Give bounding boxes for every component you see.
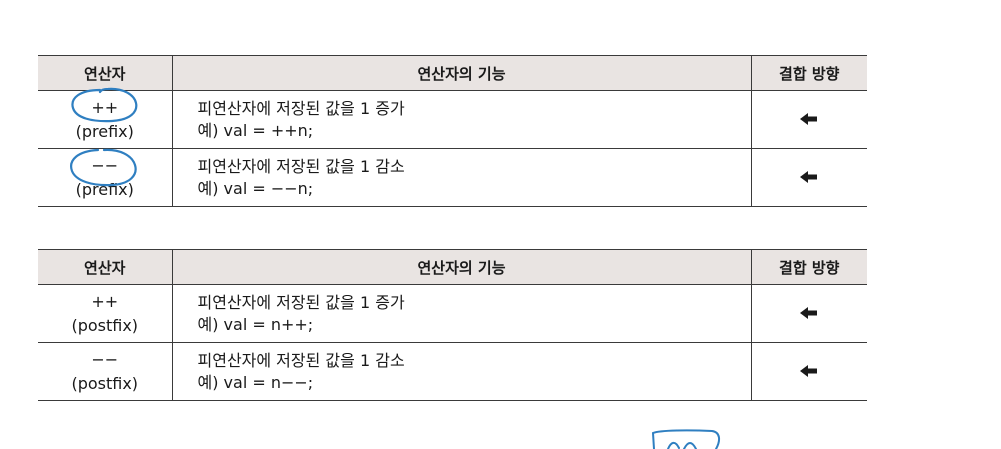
header-direction: 결합 방향 <box>751 55 867 91</box>
header-operator: 연산자 <box>38 249 173 285</box>
prefix-operator-table: 연산자 연산자의 기능 결합 방향 ++ (prefix) 피연산자에 저장된 … <box>38 55 867 207</box>
operator-cell: ++ (prefix) <box>38 90 173 149</box>
direction-cell <box>751 90 867 149</box>
operator-symbol: ++ <box>91 97 119 117</box>
table-row: ++ (postfix) 피연산자에 저장된 값을 1 증가 예) val = … <box>38 284 867 343</box>
function-cell: 피연산자에 저장된 값을 1 증가 예) val = ++n; <box>172 90 752 149</box>
function-cell: 피연산자에 저장된 값을 1 증가 예) val = n++; <box>172 284 752 343</box>
function-cell: 피연산자에 저장된 값을 1 감소 예) val = −−n; <box>172 148 752 207</box>
header-function: 연산자의 기능 <box>172 249 752 285</box>
header-function: 연산자의 기능 <box>172 55 752 91</box>
function-example: 예) val = n++; <box>197 314 314 334</box>
function-example: 예) val = ++n; <box>197 120 314 140</box>
function-example: 예) val = −−n; <box>197 178 314 198</box>
function-description: 피연산자에 저장된 값을 1 감소 <box>197 156 405 176</box>
direction-cell <box>751 148 867 207</box>
postfix-operator-table: 연산자 연산자의 기능 결합 방향 ++ (postfix) 피연산자에 저장된… <box>38 249 867 401</box>
operator-symbol: −− <box>91 155 119 175</box>
operator-symbol: ++ <box>91 291 119 311</box>
table-row: −− (prefix) 피연산자에 저장된 값을 1 감소 예) val = −… <box>38 148 867 207</box>
table-header-row: 연산자 연산자의 기능 결합 방향 <box>38 55 867 91</box>
operator-kind: (postfix) <box>71 315 139 335</box>
operator-symbol: −− <box>91 349 119 369</box>
table-row: ++ (prefix) 피연산자에 저장된 값을 1 증가 예) val = +… <box>38 90 867 149</box>
table-header-row: 연산자 연산자의 기능 결합 방향 <box>38 249 867 285</box>
direction-cell <box>751 284 867 343</box>
direction-cell <box>751 342 867 401</box>
left-arrow-icon <box>800 171 818 183</box>
operator-cell: −− (postfix) <box>38 342 173 401</box>
operator-cell: −− (prefix) <box>38 148 173 207</box>
operator-kind: (prefix) <box>75 179 134 199</box>
function-description: 피연산자에 저장된 값을 1 증가 <box>197 292 405 312</box>
left-arrow-icon <box>800 307 818 319</box>
pen-scribble-annotation <box>651 429 721 449</box>
header-operator: 연산자 <box>38 55 173 91</box>
header-direction: 결합 방향 <box>751 249 867 285</box>
operator-cell: ++ (postfix) <box>38 284 173 343</box>
left-arrow-icon <box>800 113 818 125</box>
function-description: 피연산자에 저장된 값을 1 감소 <box>197 350 405 370</box>
function-cell: 피연산자에 저장된 값을 1 감소 예) val = n−−; <box>172 342 752 401</box>
operator-kind: (prefix) <box>75 121 134 141</box>
table-row: −− (postfix) 피연산자에 저장된 값을 1 감소 예) val = … <box>38 342 867 401</box>
operator-kind: (postfix) <box>71 373 139 393</box>
function-description: 피연산자에 저장된 값을 1 증가 <box>197 98 405 118</box>
left-arrow-icon <box>800 365 818 377</box>
function-example: 예) val = n−−; <box>197 372 314 392</box>
